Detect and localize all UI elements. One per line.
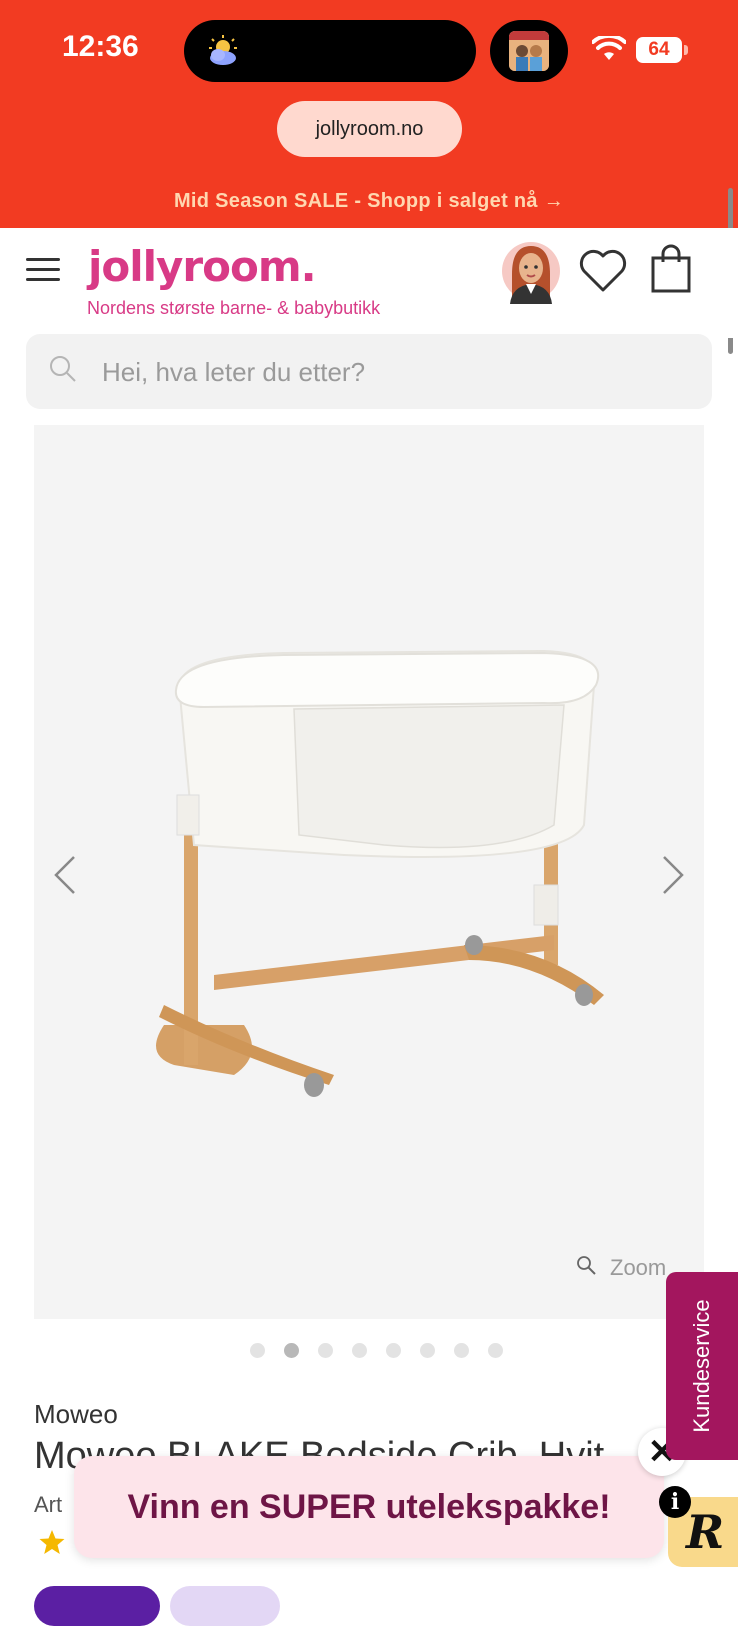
pagination-dot[interactable]: [250, 1343, 265, 1358]
shopping-bag-icon[interactable]: [650, 244, 692, 294]
now-playing-island[interactable]: [490, 20, 568, 82]
pagination-dot-active[interactable]: [284, 1343, 299, 1358]
zoom-icon: [577, 1256, 596, 1275]
variant-button-secondary[interactable]: [170, 1586, 280, 1626]
rating-star-icon[interactable]: [38, 1528, 66, 1556]
variant-button-primary[interactable]: [34, 1586, 160, 1626]
search-icon: [50, 356, 76, 382]
hamburger-menu-icon[interactable]: [26, 258, 60, 282]
site-logo[interactable]: jollyroom.: [88, 242, 317, 291]
chevron-right-icon[interactable]: [660, 853, 686, 897]
status-bar: 12:36 64 jollyroom.no Mid Season SALE - …: [0, 0, 738, 228]
search-input[interactable]: [100, 334, 694, 411]
clock: 12:36: [62, 30, 139, 63]
account-avatar-icon[interactable]: [502, 238, 560, 304]
pagination-dot[interactable]: [420, 1343, 435, 1358]
chevron-left-icon[interactable]: [52, 853, 78, 897]
site-tagline: Nordens største barne- & babybutikk: [87, 298, 381, 318]
url-bar[interactable]: jollyroom.no: [277, 101, 462, 157]
site-header: jollyroom. Nordens største barne- & baby…: [0, 228, 738, 338]
dynamic-island[interactable]: [184, 20, 476, 82]
pagination-dot[interactable]: [488, 1343, 503, 1358]
product-brand[interactable]: Moweo: [34, 1399, 118, 1430]
weather-icon: [209, 35, 237, 65]
search-bar[interactable]: [26, 334, 712, 411]
zoom-button[interactable]: Zoom: [576, 1255, 666, 1281]
promo-popup[interactable]: Vinn en SUPER utelekspakke!: [74, 1456, 664, 1558]
customer-service-label: Kundeservice: [689, 1299, 714, 1433]
zoom-label: Zoom: [610, 1255, 667, 1280]
product-image: [156, 649, 604, 1097]
article-number: Art: [34, 1492, 63, 1517]
battery-indicator: 64: [636, 37, 682, 63]
pagination-dot[interactable]: [318, 1343, 333, 1358]
wishlist-heart-icon[interactable]: [578, 248, 628, 294]
battery-nub: [684, 45, 688, 55]
rewards-logo: R: [686, 1505, 725, 1559]
customer-service-tab[interactable]: Kundeservice: [666, 1272, 738, 1460]
wifi-icon: [592, 36, 626, 60]
promo-banner[interactable]: Mid Season SALE - Shopp i salget nå →: [0, 190, 738, 213]
info-icon[interactable]: i: [659, 1486, 691, 1518]
pagination-dot[interactable]: [386, 1343, 401, 1358]
podcast-thumbnail: [509, 31, 549, 71]
pagination-dot[interactable]: [454, 1343, 469, 1358]
product-image-gallery[interactable]: Zoom: [34, 425, 704, 1319]
pagination-dot[interactable]: [352, 1343, 367, 1358]
